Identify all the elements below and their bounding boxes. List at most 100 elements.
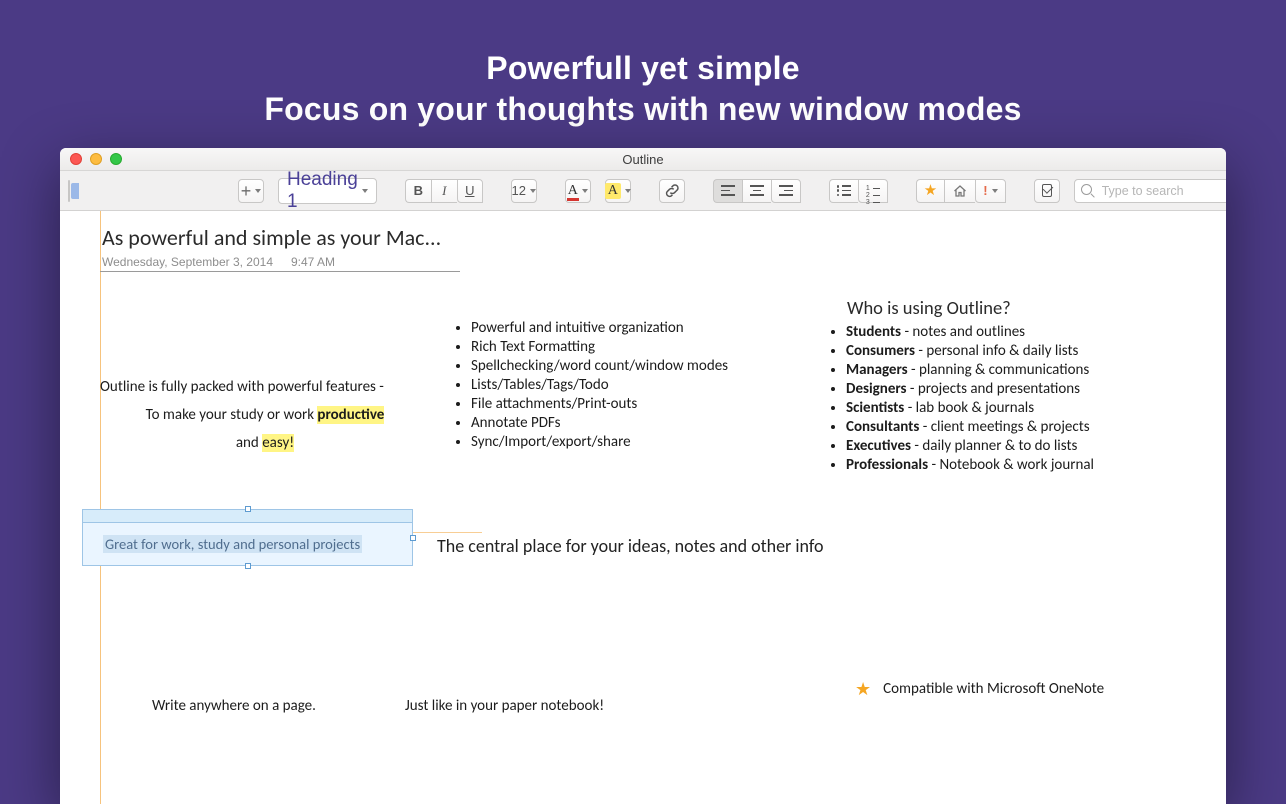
align-group: [713, 179, 801, 203]
font-size-value: 12: [512, 183, 526, 198]
who-item-role: Professionals: [846, 456, 928, 474]
home-icon: [952, 183, 968, 199]
important-tag-button[interactable]: !: [975, 179, 1005, 203]
intro-line-1: Outline is fully packed with powerful fe…: [100, 378, 430, 396]
link-button[interactable]: [659, 179, 685, 203]
intro-block[interactable]: Outline is fully packed with powerful fe…: [100, 378, 430, 452]
who-item: Managers - planning & communications: [846, 361, 1165, 379]
who-item-role: Students: [846, 323, 901, 341]
who-item-role: Executives: [846, 437, 911, 455]
intro-highlight-easy: easy!: [262, 434, 294, 452]
who-item-role: Scientists: [846, 399, 904, 417]
chevron-down-icon: [362, 189, 368, 193]
features-item: Spellchecking/word count/window modes: [471, 357, 800, 375]
highlight-icon: A: [605, 183, 621, 199]
text-format-group: B I U: [405, 179, 483, 203]
tag-group: ★ !: [916, 179, 1006, 203]
checkbox-icon: [1042, 184, 1052, 197]
paper-notebook-text[interactable]: Just like in your paper notebook!: [405, 697, 604, 715]
who-item-role: Consultants: [846, 418, 919, 436]
plus-icon: +: [241, 182, 252, 200]
promo-headline: Powerfull yet simple Focus on your thoug…: [0, 0, 1286, 130]
page-time: 9:47 AM: [291, 255, 335, 269]
features-item: Rich Text Formatting: [471, 338, 800, 356]
who-item: Executives - daily planner & to do lists: [846, 437, 1165, 455]
align-right-button[interactable]: [771, 179, 801, 203]
who-heading: Who is using Outline?: [847, 296, 1165, 319]
features-item: Sync/Import/export/share: [471, 433, 800, 451]
align-center-button[interactable]: [742, 179, 771, 203]
align-center-icon: [750, 185, 764, 196]
margin-line: [100, 211, 101, 804]
home-tag-button[interactable]: [944, 179, 975, 203]
close-button[interactable]: [70, 153, 82, 165]
italic-button[interactable]: I: [431, 179, 457, 203]
numbered-list-button[interactable]: 1 2 3: [858, 179, 888, 203]
who-item: Consumers - personal info & daily lists: [846, 342, 1165, 360]
bullet-list-icon: [837, 185, 851, 196]
page-meta: Wednesday, September 3, 2014 9:47 AM: [102, 255, 458, 269]
who-block[interactable]: Who is using Outline? Students - notes a…: [825, 296, 1165, 475]
promo-line-1: Powerfull yet simple: [0, 48, 1286, 89]
who-item-role: Designers: [846, 380, 907, 398]
window-title: Outline: [60, 152, 1226, 167]
align-right-icon: [779, 185, 793, 196]
features-item: File attachments/Print-outs: [471, 395, 800, 413]
features-item: Annotate PDFs: [471, 414, 800, 432]
chevron-down-icon: [625, 189, 631, 193]
page-title-text: As powerful and simple as your Mac...: [102, 224, 458, 251]
who-item-role: Managers: [846, 361, 908, 379]
intro-line-3a: and: [236, 434, 262, 452]
resize-handle-bottom[interactable]: [245, 563, 251, 569]
search-field[interactable]: [1074, 179, 1226, 203]
style-label: Heading 1: [287, 169, 358, 213]
minimize-button[interactable]: [90, 153, 102, 165]
selected-text: Great for work, study and personal proje…: [103, 535, 362, 553]
who-item-role: Consumers: [846, 342, 915, 360]
highlight-color-button[interactable]: A: [605, 179, 631, 203]
align-left-button[interactable]: [713, 179, 742, 203]
search-input[interactable]: [1100, 183, 1226, 199]
toolbar: + Heading 1 B I U 12 A A: [60, 171, 1226, 211]
page-date: Wednesday, September 3, 2014: [102, 255, 273, 269]
central-text[interactable]: The central place for your ideas, notes …: [437, 535, 824, 557]
sidebar-toggle-button[interactable]: [68, 180, 70, 202]
page-canvas[interactable]: As powerful and simple as your Mac... We…: [60, 211, 1226, 804]
chevron-down-icon: [530, 189, 536, 193]
selected-text-box[interactable]: Great for work, study and personal proje…: [82, 509, 413, 566]
todo-button[interactable]: [1034, 179, 1060, 203]
align-left-icon: [721, 185, 735, 196]
bold-button[interactable]: B: [405, 179, 431, 203]
resize-handle-right[interactable]: [410, 535, 416, 541]
chevron-down-icon: [255, 189, 261, 193]
features-list: Powerful and intuitive organizationRich …: [450, 319, 800, 451]
compat-text: Compatible with Microsoft OneNote: [883, 680, 1104, 698]
promo-line-2: Focus on your thoughts with new window m…: [0, 89, 1286, 130]
add-button[interactable]: +: [238, 179, 264, 203]
app-window: Outline + Heading 1 B I U 12 A: [60, 148, 1226, 804]
window-titlebar: Outline: [60, 148, 1226, 171]
font-size-select[interactable]: 12: [511, 179, 537, 203]
star-tag-button[interactable]: ★: [916, 179, 944, 203]
zoom-button[interactable]: [110, 153, 122, 165]
compat-block[interactable]: ★ Compatible with Microsoft OneNote: [855, 680, 1104, 698]
who-list: Students - notes and outlinesConsumers -…: [825, 323, 1165, 474]
exclamation-icon: !: [983, 183, 987, 198]
intro-highlight-productive: productive: [317, 406, 384, 424]
who-item: Designers - projects and presentations: [846, 380, 1165, 398]
page-title-block[interactable]: As powerful and simple as your Mac... We…: [100, 224, 460, 272]
bullet-list-button[interactable]: [829, 179, 858, 203]
features-block[interactable]: Powerful and intuitive organizationRich …: [450, 318, 800, 452]
underline-button[interactable]: U: [457, 179, 483, 203]
font-color-button[interactable]: A: [565, 179, 591, 203]
features-item: Powerful and intuitive organization: [471, 319, 800, 337]
who-item: Consultants - client meetings & projects: [846, 418, 1165, 436]
write-anywhere-text[interactable]: Write anywhere on a page.: [152, 697, 316, 715]
list-group: 1 2 3: [829, 179, 888, 203]
font-color-icon: A: [568, 183, 578, 199]
resize-handle-top[interactable]: [245, 506, 251, 512]
intro-line-2a: To make your study or work: [146, 406, 318, 424]
star-icon: ★: [924, 183, 937, 198]
style-select[interactable]: Heading 1: [278, 178, 377, 204]
numbered-list-icon: 1 2 3: [866, 185, 880, 196]
